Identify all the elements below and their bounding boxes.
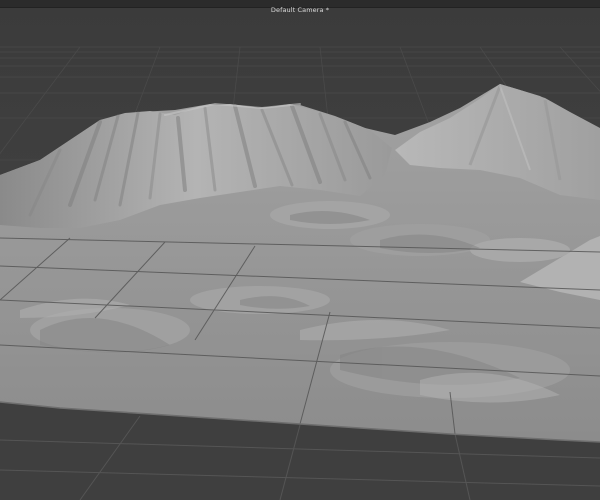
terrain-scene[interactable] xyxy=(0,0,600,500)
camera-label[interactable]: Default Camera * xyxy=(0,6,600,15)
3d-viewport[interactable]: Default Camera * xyxy=(0,0,600,500)
